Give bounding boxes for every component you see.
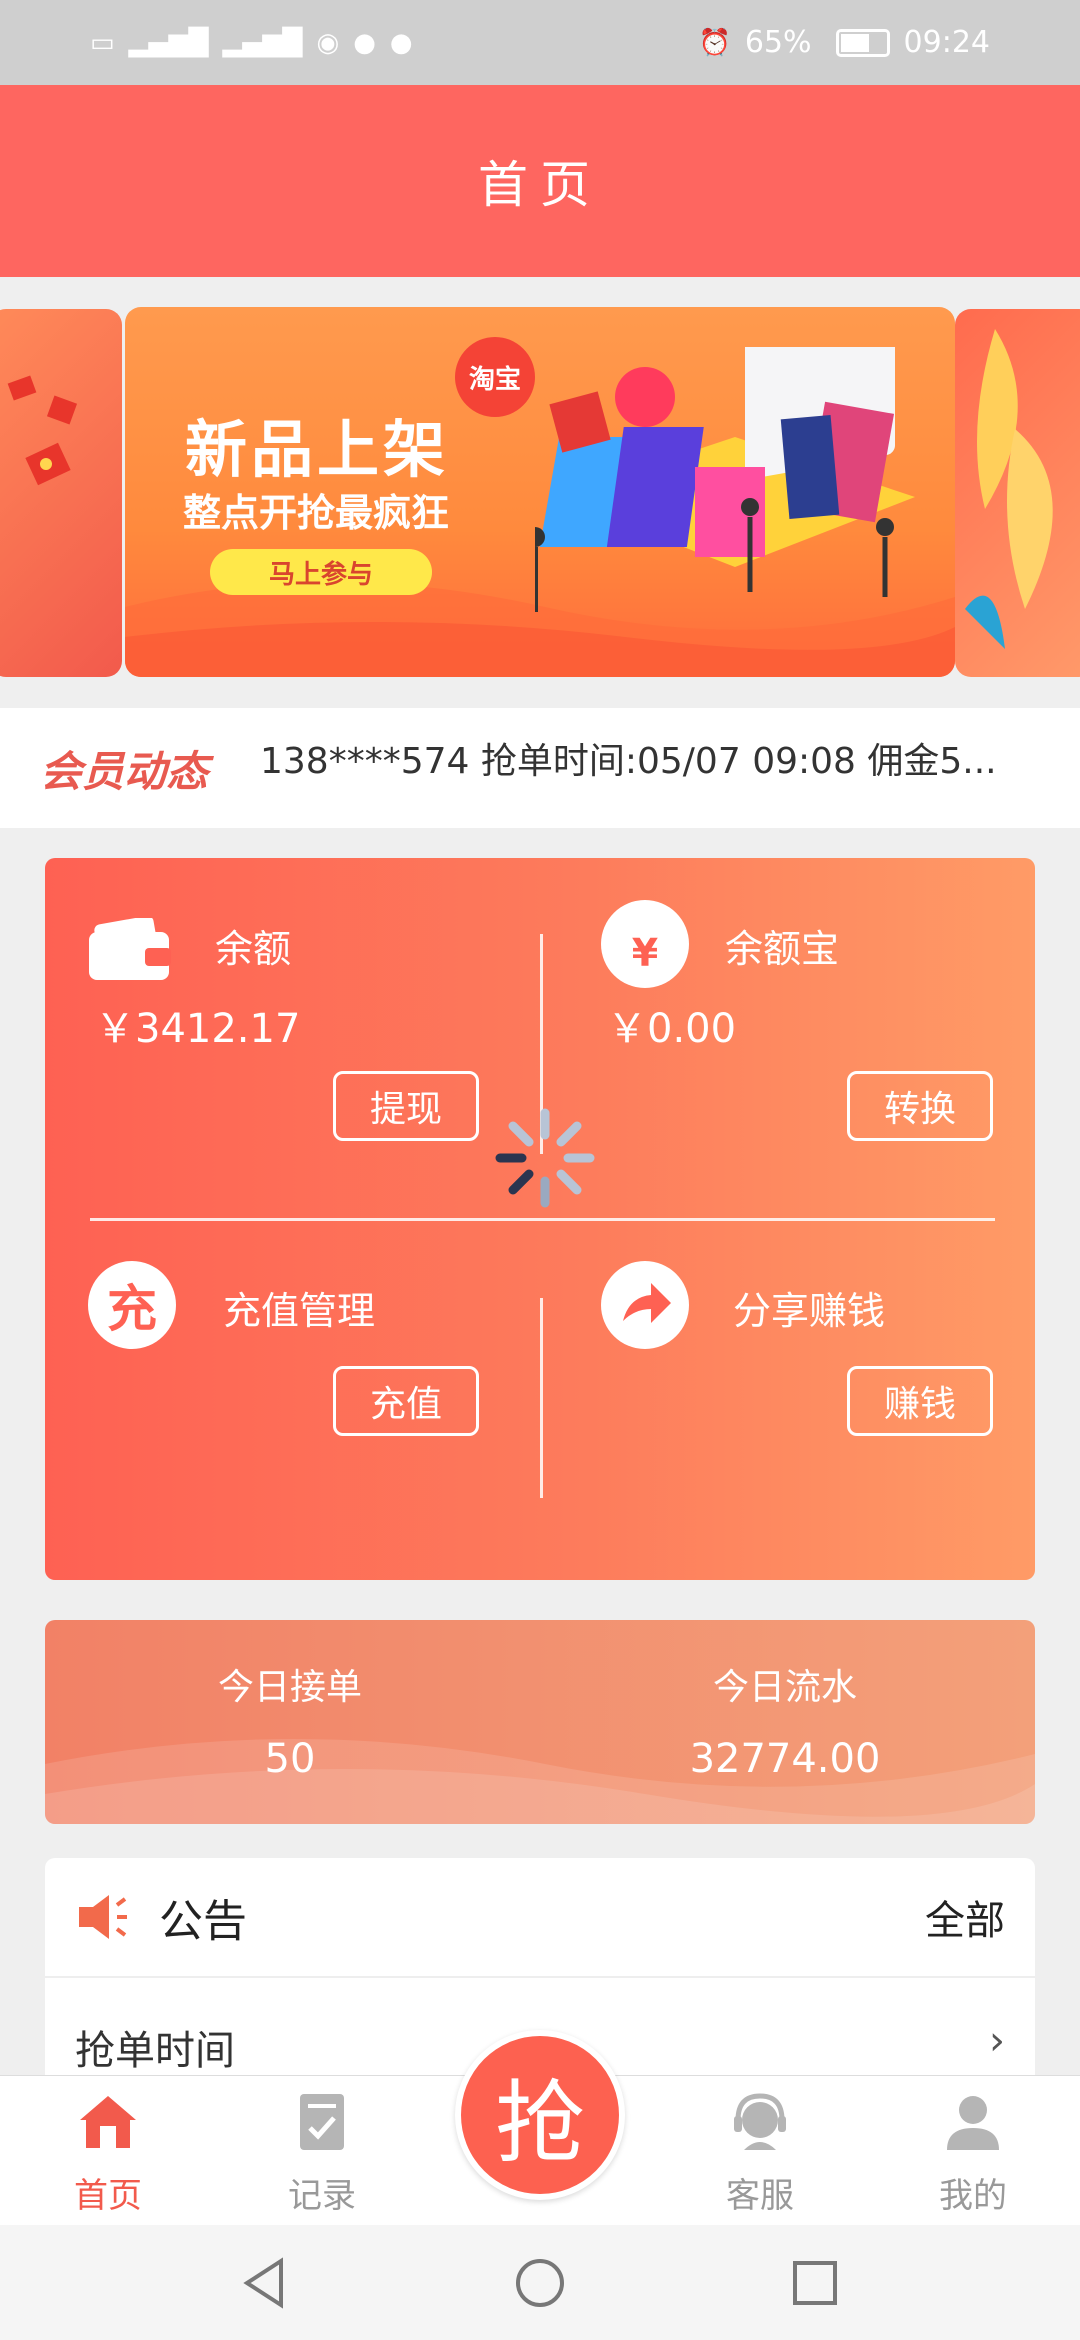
notice-header: 公告 全部 [45,1858,1035,1978]
svg-text:¥: ¥ [632,931,658,975]
message-icon: ● [389,27,413,58]
today-flow: 今日流水 32774.00 [585,1658,985,1782]
home-circle-icon[interactable] [510,2253,570,2313]
records-icon [300,2094,344,2150]
divider-vertical-bottom [540,1298,543,1498]
loading-spinner-icon [495,1108,595,1208]
wallet-card: 余额 ￥3412.17 提现 ¥ 余额宝 ￥0.00 转换 充 充值管理 充值 [45,858,1035,1580]
eye-icon: ◉ [316,27,340,58]
grab-order-button[interactable]: 抢 [455,2030,625,2200]
member-news-text: 138****574 抢单时间:05/07 09:08 佣金5... [260,741,997,782]
page-header: 首页 [0,85,1080,277]
clock: 09:24 [903,25,990,60]
tab-mine-label: 我的 [939,2176,1007,2216]
tab-mine[interactable]: 我的 [893,2090,1053,2217]
notice-all-link[interactable]: 全部 [925,1888,1005,1946]
tab-service-label: 客服 [726,2176,794,2216]
today-orders-label: 今日接单 [217,1667,362,1708]
banner-title: 新品上架 [185,413,450,486]
banner-slide[interactable]: 淘宝 新品上架 整点开抢最疯狂 马上参与 [125,307,955,677]
recents-icon[interactable] [785,2253,845,2313]
today-orders-value: 50 [264,1736,316,1782]
share-arrow-icon [601,1261,689,1349]
taobao-badge: 淘宝 [455,337,535,417]
wechat-icon: ● [353,27,376,58]
withdraw-button[interactable]: 提现 [333,1071,479,1141]
red-envelope-art [7,375,78,486]
chevron-right-icon: › [989,2018,1005,2064]
status-left: ▭ ▂▄▆█ ▂▄▆█ ◉ ● ● [90,28,413,58]
banner-prev-slide[interactable] [0,309,122,677]
banner-subtitle: 整点开抢最疯狂 [183,491,450,535]
share-earn-label: 分享赚钱 [733,1289,886,1333]
status-right: ⏰ 65% 09:24 [698,25,990,60]
tab-service[interactable]: 客服 [680,2090,840,2217]
member-news-label: 会员动态 [40,746,209,796]
hd-icon: ▭ [90,27,115,58]
wallet-icon [85,906,173,994]
divider-horizontal [90,1218,995,1221]
recharge-icon: 充 [88,1261,176,1349]
join-now-button[interactable]: 马上参与 [210,549,432,595]
home-icon [80,2096,136,2148]
tab-records-label: 记录 [288,2176,356,2216]
page-title: 首页 [478,156,602,214]
balance-label: 余额 [215,927,292,971]
status-bar: ▭ ▂▄▆█ ▂▄▆█ ◉ ● ● ⏰ 65% 09:24 [0,0,1080,85]
user-icon [947,2096,999,2150]
earn-button[interactable]: 赚钱 [847,1366,993,1436]
tab-home-label: 首页 [74,2176,142,2216]
today-stats-card: 今日接单 50 今日流水 32774.00 [45,1620,1035,1824]
yuebao-amount: ￥0.00 [607,1006,737,1052]
today-flow-label: 今日流水 [712,1667,857,1708]
recharge-button[interactable]: 充值 [333,1366,479,1436]
today-flow-value: 32774.00 [689,1736,881,1782]
recharge-label: 充值管理 [223,1289,376,1333]
banner-carousel[interactable]: 淘宝 新品上架 整点开抢最疯狂 马上参与 [0,307,1080,677]
tab-home[interactable]: 首页 [28,2090,188,2217]
battery-percent: 65% [744,25,812,60]
signal-4g-icon: ▂▄▆█ [128,27,209,58]
leaf-art [965,329,1053,649]
today-orders: 今日接单 50 [90,1658,490,1782]
tab-records[interactable]: 记录 [242,2090,402,2217]
banner-next-slide[interactable] [955,309,1080,677]
speaker-icon [79,1895,127,1939]
balance-amount: ￥3412.17 [95,1006,301,1052]
signal-4g-icon: ▂▄▆█ [222,27,303,58]
convert-button[interactable]: 转换 [847,1071,993,1141]
notice-item-title: 抢单时间 [75,2028,235,2074]
yuebao-label: 余额宝 [725,927,840,971]
back-icon[interactable] [235,2253,295,2313]
customer-service-icon [734,2093,786,2150]
member-news-ticker[interactable]: 会员动态 138****574 抢单时间:05/07 09:08 佣金5... [0,708,1080,828]
money-bag-icon: ¥ [601,900,689,988]
alarm-icon: ⏰ [698,27,731,58]
shopping-illustration [535,347,915,612]
notice-title: 公告 [159,1896,247,1947]
system-navigation-bar [0,2225,1080,2340]
battery-icon [835,28,890,57]
